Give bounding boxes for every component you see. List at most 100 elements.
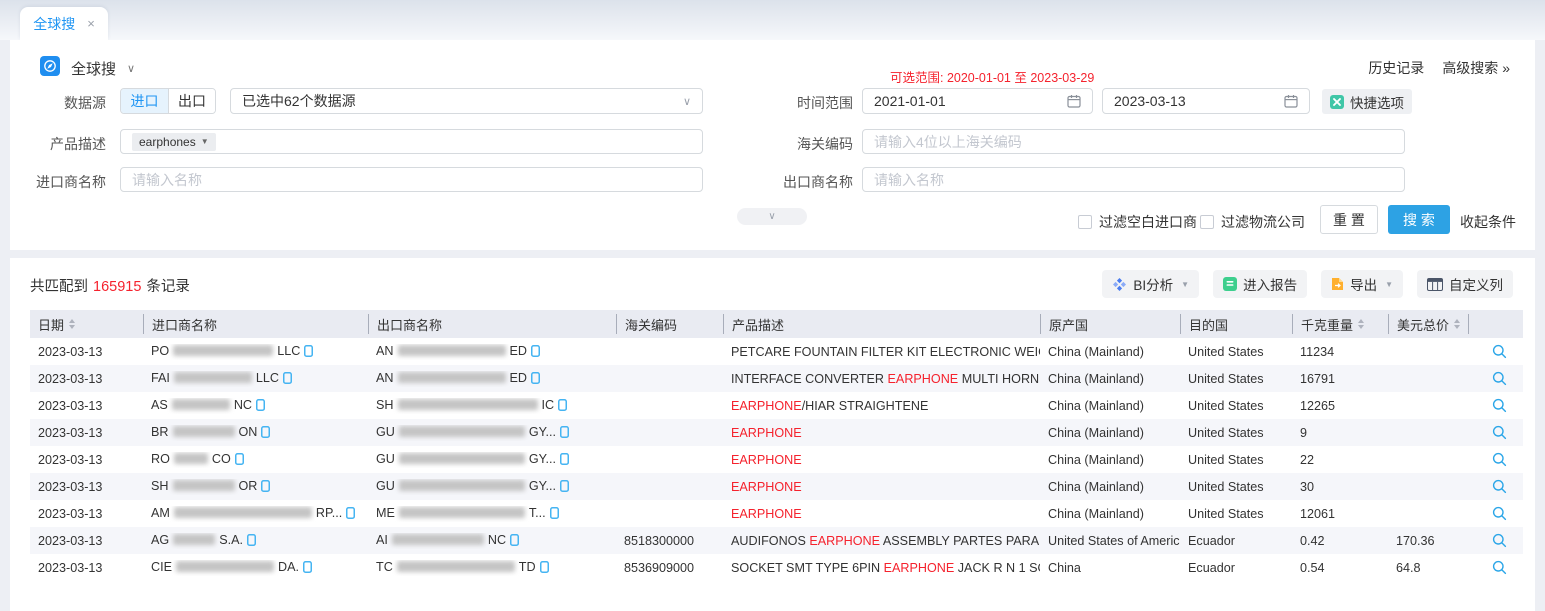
chevron-down-icon[interactable]: ∨ [127,62,135,75]
collapse-conditions-link[interactable]: 收起条件 [1460,212,1516,232]
date-cell: 2023-03-13 [30,372,143,386]
date-cell: 2023-03-13 [30,507,143,521]
magnifier-icon[interactable] [1476,506,1523,521]
export-toggle[interactable]: 出口 [168,89,215,113]
product-desc-field[interactable]: earphones ▼ [120,129,703,154]
start-date-input[interactable] [874,93,1067,109]
importer-cell: ASNC [143,398,368,414]
chevron-down-icon: ▼ [201,137,209,146]
magnifier-icon[interactable] [1476,479,1523,494]
magnifier-icon[interactable] [1476,344,1523,359]
magnifier-icon[interactable] [1476,560,1523,575]
column-header-weight-kg[interactable]: 千克重量 [1292,314,1388,334]
exporter-cell: ANED [368,371,616,387]
calendar-icon[interactable] [1067,94,1081,108]
company-icon[interactable] [540,561,549,576]
exporter-name-field[interactable] [862,167,1405,192]
redacted-name [173,345,273,356]
product-desc-label: 产品描述 [10,134,106,154]
product-desc-cell: AUDIFONOS EARPHONE ASSEMBLY PARTES PARA … [723,534,1040,548]
product-desc-cell: INTERFACE CONVERTER EARPHONE MULTI HORN … [723,372,1040,386]
company-icon[interactable] [261,480,270,495]
tab-global-search[interactable]: 全球搜 × [20,7,108,40]
import-toggle[interactable]: 进口 [121,89,168,113]
importer-name-label: 进口商名称 [10,172,106,192]
close-icon[interactable]: × [87,17,95,30]
calendar-icon[interactable] [1284,94,1298,108]
action-cell [1468,425,1523,440]
company-icon[interactable] [256,399,265,414]
importer-cell: ROCO [143,452,368,468]
dest-country-cell: Ecuador [1180,561,1292,575]
sort-icon[interactable] [69,319,75,329]
table-row: 2023-03-13ASNCSHICEARPHONE/HIAR STRAIGHT… [30,392,1523,419]
search-button[interactable]: 搜 索 [1388,205,1450,234]
weight-kg-cell: 16791 [1292,372,1388,386]
origin-country-cell: China [1040,561,1180,575]
start-date-field[interactable] [862,88,1093,114]
company-icon[interactable] [560,453,569,468]
column-header-usd-total[interactable]: 美元总价 [1388,314,1468,334]
company-icon[interactable] [235,453,244,468]
custom-columns-button[interactable]: 自定义列 [1417,270,1513,298]
checkbox-icon[interactable] [1200,215,1214,229]
importer-name-input[interactable] [132,172,691,188]
action-cell [1468,560,1523,575]
history-link[interactable]: 历史记录 [1368,58,1424,78]
company-icon[interactable] [558,399,567,414]
export-icon [1331,277,1344,291]
magnifier-icon[interactable] [1476,452,1523,467]
company-icon[interactable] [560,480,569,495]
magnifier-icon[interactable] [1476,425,1523,440]
origin-country-cell: China (Mainland) [1040,453,1180,467]
product-desc-tag[interactable]: earphones ▼ [132,133,216,151]
magnifier-icon[interactable] [1476,398,1523,413]
importer-cell: POLLC [143,344,368,360]
module-title[interactable]: 全球搜 [71,58,116,79]
company-icon[interactable] [531,345,540,360]
company-icon[interactable] [261,426,270,441]
company-icon[interactable] [510,534,519,549]
tab-label: 全球搜 [33,14,75,34]
company-icon[interactable] [531,372,540,387]
company-icon[interactable] [560,426,569,441]
bi-analysis-icon [1112,277,1127,292]
advanced-search-link[interactable]: 高级搜索 » [1442,58,1510,78]
company-icon[interactable] [304,345,313,360]
dest-country-cell: United States [1180,453,1292,467]
exporter-name-input[interactable] [874,172,1393,188]
product-desc-cell: EARPHONE [723,453,1040,467]
sort-icon[interactable] [1358,319,1364,329]
column-header-importer: 进口商名称 [143,314,368,334]
redacted-name [172,399,230,410]
exporter-cell: GUGY... [368,452,616,468]
weight-kg-cell: 12061 [1292,507,1388,521]
company-icon[interactable] [303,561,312,576]
export-button[interactable]: 导出▼ [1321,270,1403,298]
quick-options-button[interactable]: 快捷选项 [1322,89,1412,114]
customs-code-field[interactable] [862,129,1405,154]
redacted-name [173,534,215,545]
sort-icon[interactable] [1454,319,1460,329]
data-source-select[interactable]: 已选中62个数据源 ∨ [230,88,703,114]
table-row: 2023-03-13POLLCANEDPETCARE FOUNTAIN FILT… [30,338,1523,365]
enter-report-button[interactable]: 进入报告 [1213,270,1307,298]
importer-name-field[interactable] [120,167,703,192]
bi-analysis-button[interactable]: BI分析▼ [1102,270,1199,298]
magnifier-icon[interactable] [1476,533,1523,548]
company-icon[interactable] [550,507,559,522]
reset-button[interactable]: 重 置 [1320,205,1378,234]
column-header-date[interactable]: 日期 [30,314,143,334]
filter-blank-importer-checkbox[interactable]: 过滤空白进口商 [1078,212,1197,232]
filter-logistics-company-checkbox[interactable]: 过滤物流公司 [1200,212,1305,232]
company-icon[interactable] [346,507,355,522]
company-icon[interactable] [247,534,256,549]
customs-code-input[interactable] [874,134,1393,150]
expand-more-button[interactable]: ∨ [737,208,807,225]
weight-kg-cell: 22 [1292,453,1388,467]
checkbox-icon[interactable] [1078,215,1092,229]
company-icon[interactable] [283,372,292,387]
magnifier-icon[interactable] [1476,371,1523,386]
end-date-field[interactable] [1102,88,1310,114]
end-date-input[interactable] [1114,93,1284,109]
